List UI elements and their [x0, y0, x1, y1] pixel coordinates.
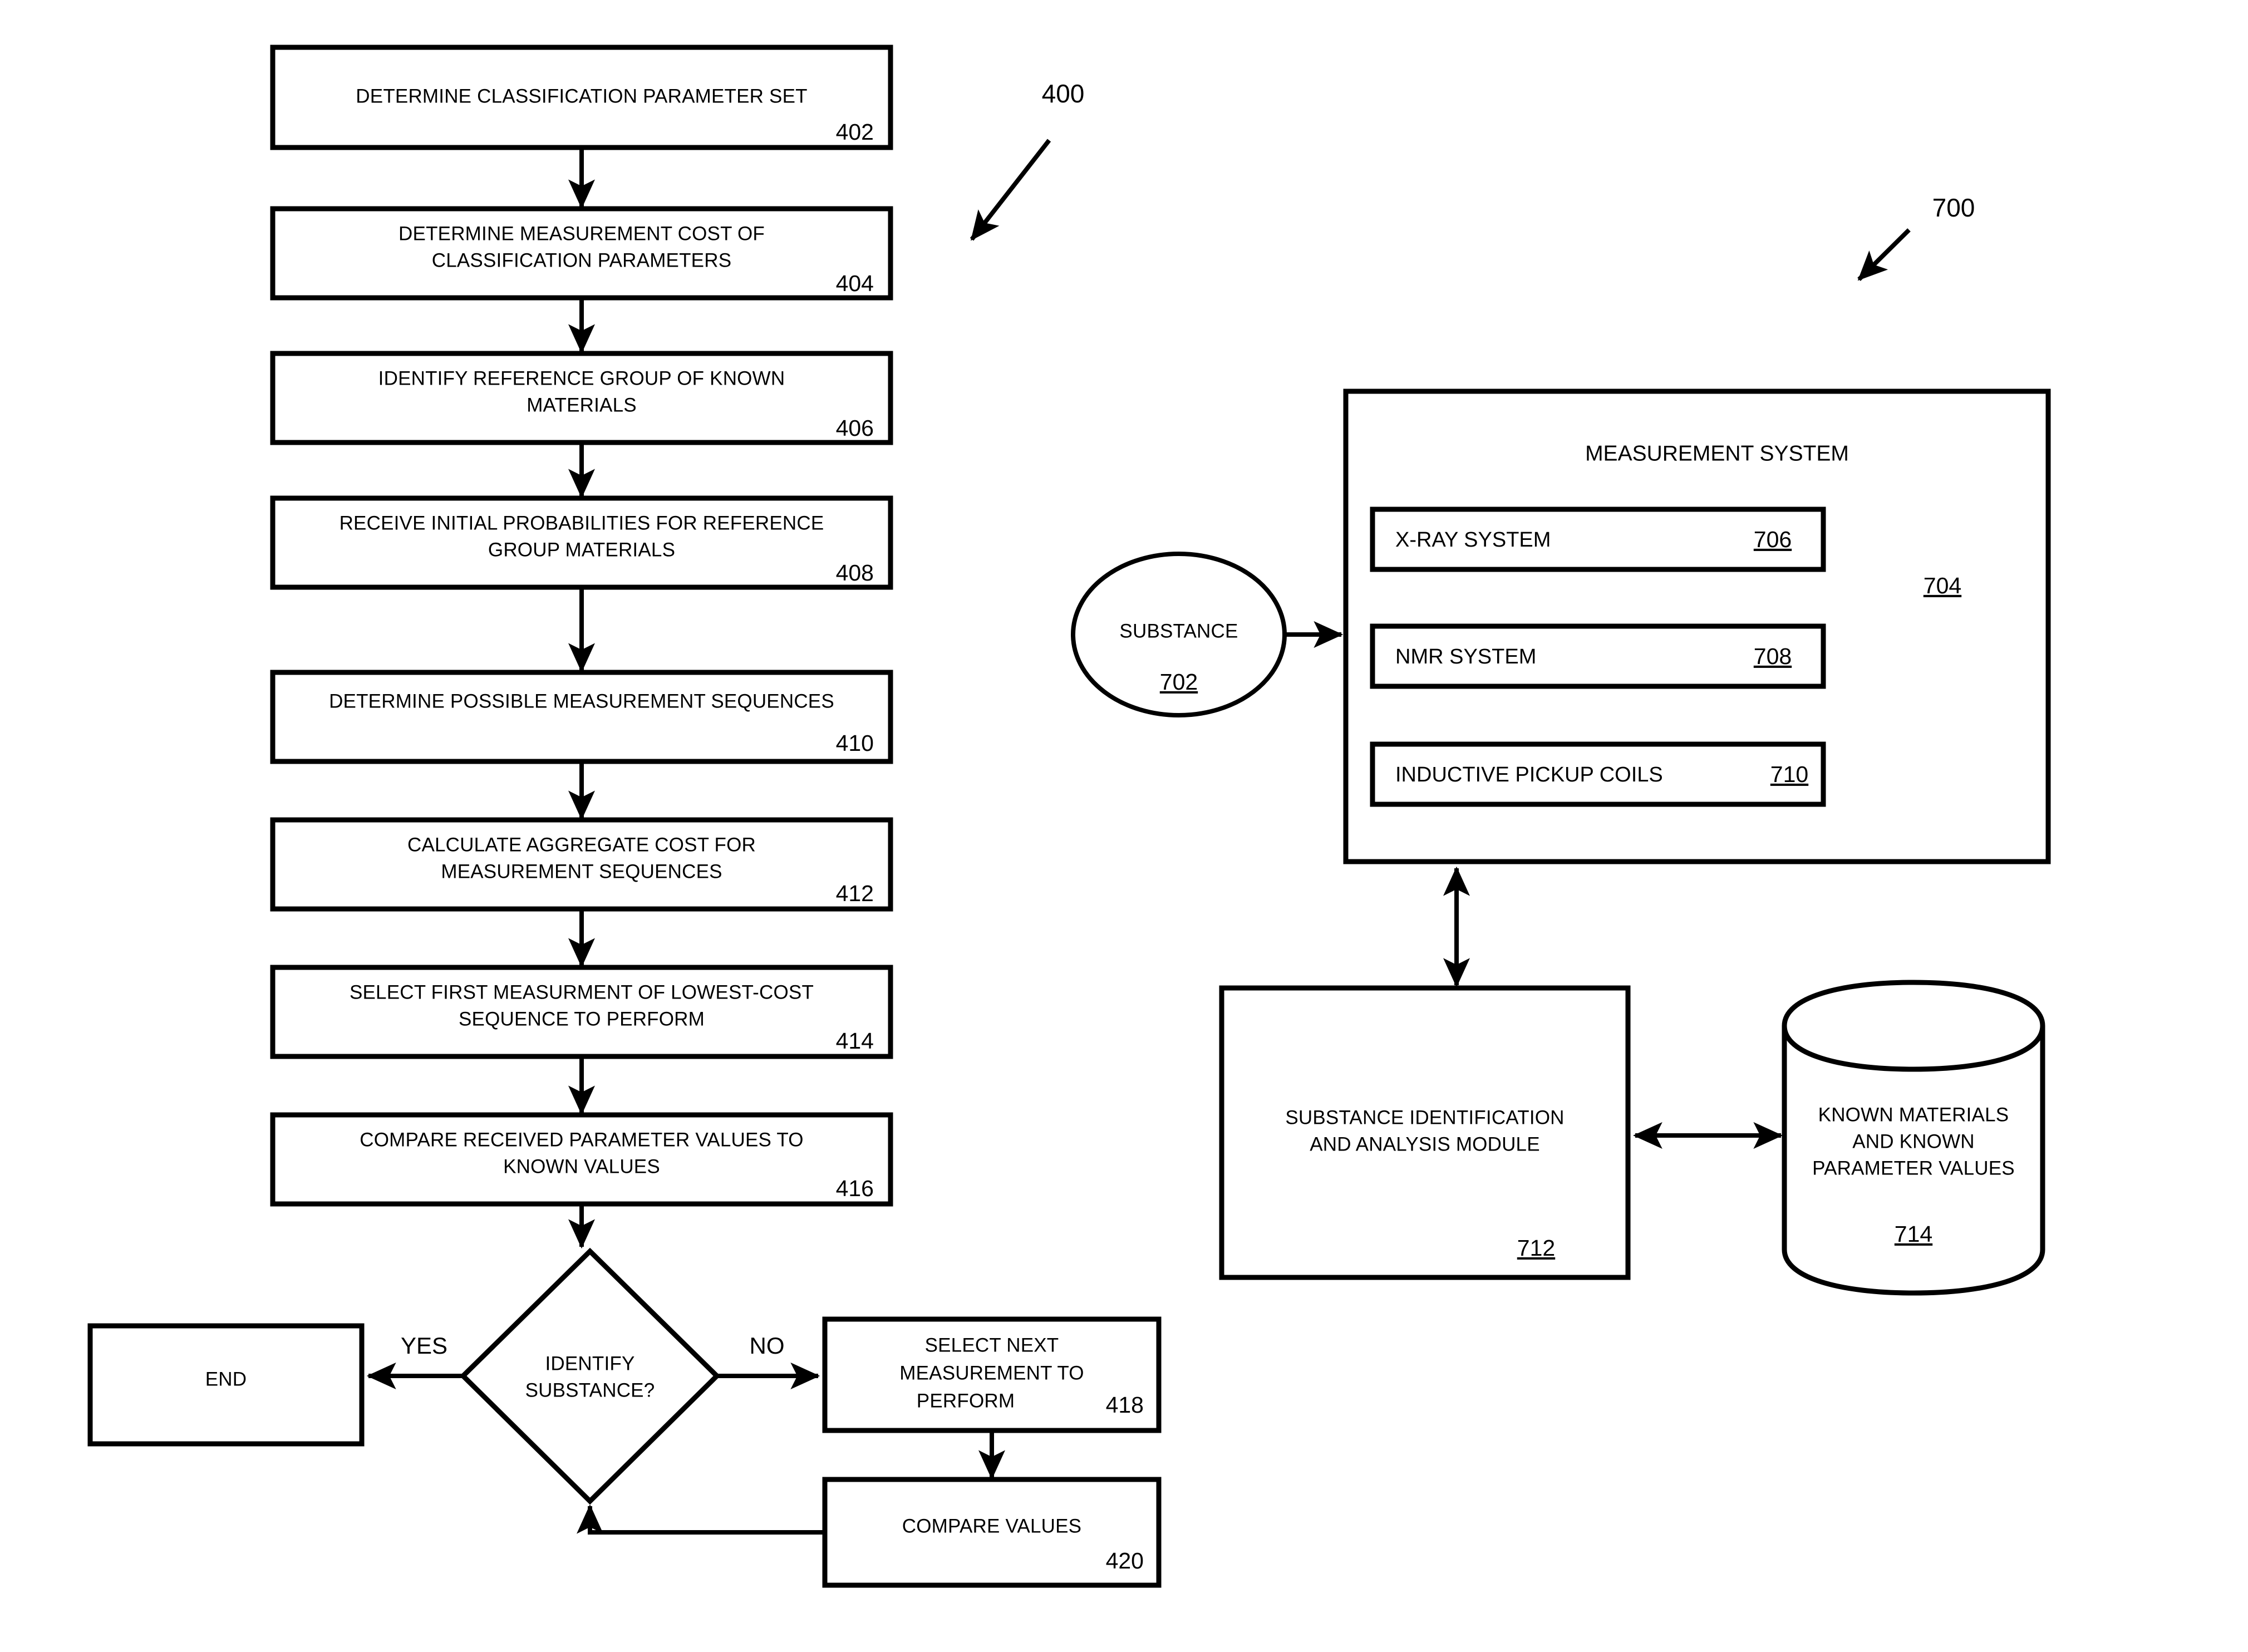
decision-identify-substance: IDENTIFY SUBSTANCE? — [459, 1247, 721, 1505]
subsystem-xray-label: X-RAY SYSTEM — [1395, 528, 1551, 552]
flow-step-412: CALCULATE AGGREGATE COST FOR MEASUREMENT… — [270, 817, 893, 912]
subsystem-nmr-label: NMR SYSTEM — [1395, 645, 1536, 668]
flow-step-410-box — [270, 670, 893, 764]
patent-figure-canvas: 400 DETERMINE CLASSIFICATION PARAMETER S… — [0, 0, 2248, 1652]
known-materials-database: KNOWN MATERIALS AND KNOWN PARAMETER VALU… — [1782, 980, 2045, 1296]
measurement-system-title: MEASUREMENT SYSTEM — [1585, 441, 1849, 465]
flow-step-410-label: DETERMINE POSSIBLE MEASUREMENT SEQUENCES — [329, 690, 834, 712]
flow-step-406-ref: 406 — [836, 415, 874, 441]
subsystem-inductive-coils-ref: 710 — [1770, 761, 1808, 787]
figure-400-pointer — [970, 139, 1051, 241]
measurement-system-container: MEASUREMENT SYSTEM 704 X-RAY SYSTEM 706 … — [1343, 389, 2051, 864]
flow-step-406: IDENTIFY REFERENCE GROUP OF KNOWN MATERI… — [270, 351, 893, 445]
measurement-system-ref: 704 — [1924, 573, 1961, 598]
flow-step-404-ref: 404 — [836, 271, 874, 296]
analysis-module-ref: 712 — [1517, 1235, 1555, 1261]
flow-step-414-label-line2: SEQUENCE TO PERFORM — [459, 1008, 705, 1030]
flow-step-420: COMPARE VALUES 420 — [822, 1477, 1162, 1588]
flow-step-402: DETERMINE CLASSIFICATION PARAMETER SET 4… — [270, 45, 893, 150]
substance-label: SUBSTANCE — [1119, 620, 1238, 642]
flow-step-402-label: DETERMINE CLASSIFICATION PARAMETER SET — [356, 85, 807, 107]
figure-label-400: 400 — [1042, 79, 1085, 108]
subsystem-inductive-coils-label: INDUCTIVE PICKUP COILS — [1395, 763, 1663, 786]
flow-step-414-ref: 414 — [836, 1028, 874, 1054]
flow-step-412-label-line2: MEASUREMENT SEQUENCES — [441, 861, 722, 882]
analysis-module-label-line1: SUBSTANCE IDENTIFICATION — [1285, 1107, 1564, 1128]
flow-end-box-label: END — [205, 1368, 247, 1390]
figure-label-700: 700 — [1932, 193, 1975, 222]
flow-step-418-label-line1: SELECT NEXT — [925, 1334, 1059, 1356]
flow-step-420-label: COMPARE VALUES — [902, 1515, 1081, 1537]
flow-step-402-ref: 402 — [836, 119, 874, 145]
substance-node: SUBSTANCE 702 — [1071, 552, 1287, 717]
database-label-line1: KNOWN MATERIALS — [1818, 1104, 2009, 1125]
flow-step-404-label-line2: CLASSIFICATION PARAMETERS — [432, 249, 732, 271]
flow-step-418-label-line2: MEASUREMENT TO — [899, 1362, 1084, 1384]
flow-step-412-ref: 412 — [836, 881, 874, 906]
flow-step-414-label-line1: SELECT FIRST MEASURMENT OF LOWEST-COST — [350, 981, 814, 1003]
figure-700-pointer — [1857, 228, 1911, 281]
analysis-module-box — [1219, 985, 1631, 1280]
database-label-line3: PARAMETER VALUES — [1812, 1157, 2015, 1179]
flow-step-416-label-line1: COMPARE RECEIVED PARAMETER VALUES TO — [360, 1129, 803, 1150]
subsystem-inductive-coils: INDUCTIVE PICKUP COILS 710 — [1370, 741, 1826, 807]
subsystem-xray-ref: 706 — [1754, 527, 1792, 552]
analysis-module: SUBSTANCE IDENTIFICATION AND ANALYSIS MO… — [1219, 985, 1631, 1280]
flow-step-418: SELECT NEXT MEASUREMENT TO PERFORM 418 — [822, 1316, 1162, 1433]
database-label-line2: AND KNOWN — [1852, 1130, 1975, 1152]
flow-step-410-ref: 410 — [836, 730, 874, 756]
flow-step-404-label-line1: DETERMINE MEASUREMENT COST OF — [399, 223, 765, 244]
flow-step-406-label-line2: MATERIALS — [527, 394, 637, 416]
decision-label-line2: SUBSTANCE? — [525, 1379, 655, 1401]
flow-step-404: DETERMINE MEASUREMENT COST OF CLASSIFICA… — [270, 206, 893, 301]
flow-step-416-label-line2: KNOWN VALUES — [503, 1156, 660, 1177]
flow-step-418-ref: 418 — [1106, 1392, 1144, 1418]
flow-end-box: END — [87, 1323, 365, 1447]
flow-step-412-label-line1: CALCULATE AGGREGATE COST FOR — [407, 834, 756, 856]
flow-step-420-ref: 420 — [1106, 1548, 1144, 1574]
connector-420-decision-loop — [577, 1504, 825, 1535]
database-ref: 714 — [1895, 1221, 1932, 1247]
flow-step-408-ref: 408 — [836, 560, 874, 586]
flow-step-406-label-line1: IDENTIFY REFERENCE GROUP OF KNOWN — [378, 367, 785, 389]
flow-step-408: RECEIVE INITIAL PROBABILITIES FOR REFERE… — [270, 495, 893, 590]
decision-diamond-shape — [459, 1247, 721, 1505]
flow-step-414: SELECT FIRST MEASURMENT OF LOWEST-COST S… — [270, 965, 893, 1059]
substance-ref: 702 — [1160, 669, 1198, 695]
edge-label-no: NO — [750, 1333, 785, 1359]
decision-label-line1: IDENTIFY — [545, 1353, 634, 1374]
subsystem-nmr: NMR SYSTEM 708 — [1370, 623, 1826, 689]
flow-step-416: COMPARE RECEIVED PARAMETER VALUES TO KNO… — [270, 1112, 893, 1207]
subsystem-nmr-ref: 708 — [1754, 643, 1792, 669]
edge-label-yes: YES — [401, 1333, 447, 1359]
diagram-svg: 400 DETERMINE CLASSIFICATION PARAMETER S… — [87, 45, 2051, 1588]
flow-step-418-label-line3: PERFORM — [917, 1390, 1015, 1412]
analysis-module-label-line2: AND ANALYSIS MODULE — [1310, 1133, 1540, 1155]
flow-step-410: DETERMINE POSSIBLE MEASUREMENT SEQUENCES… — [270, 670, 893, 764]
subsystem-xray: X-RAY SYSTEM 706 — [1370, 507, 1826, 572]
flow-step-416-ref: 416 — [836, 1176, 874, 1201]
flow-step-408-label-line1: RECEIVE INITIAL PROBABILITIES FOR REFERE… — [340, 512, 824, 534]
flow-step-408-label-line2: GROUP MATERIALS — [488, 539, 675, 560]
